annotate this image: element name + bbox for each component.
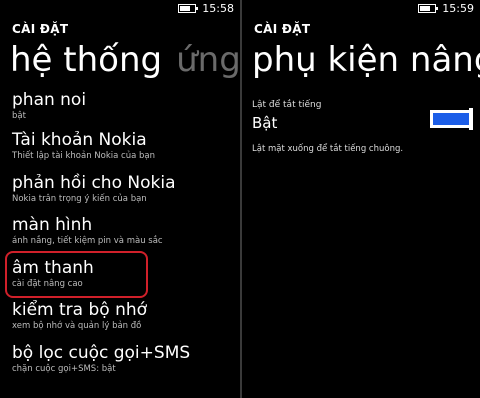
item-subtitle: chặn cuộc gọi+SMS: bật xyxy=(12,363,116,374)
app-title: CÀI ĐẶT xyxy=(254,22,311,36)
battery-icon xyxy=(418,3,439,13)
pivot-tab-system[interactable]: hệ thống xyxy=(10,40,162,80)
flip-to-silence-label: Lật để tắt tiếng xyxy=(252,100,322,110)
item-title: phan noi xyxy=(12,90,87,110)
settings-item-storage-check[interactable]: kiểm tra bộ nhớ xem bộ nhớ và quản lý bả… xyxy=(12,300,240,343)
settings-item-call-sms-filter[interactable]: bộ lọc cuộc gọi+SMS chặn cuộc gọi+SMS: b… xyxy=(12,343,240,386)
status-bar: 15:58 xyxy=(178,0,234,16)
flip-to-silence-toggle[interactable] xyxy=(430,108,473,130)
clock: 15:58 xyxy=(202,1,234,15)
item-title: kiểm tra bộ nhớ xyxy=(12,300,148,320)
item-subtitle: xem bộ nhớ và quản lý bản đồ xyxy=(12,321,142,331)
settings-list: phan noi bật Tài khoản Nokia Thiết lập t… xyxy=(5,90,240,386)
clock: 15:59 xyxy=(442,1,474,15)
item-subtitle: Thiết lập tài khoản Nokia của bạn xyxy=(12,151,156,161)
toggle-state-text: Bật xyxy=(252,114,278,132)
app-title: CÀI ĐẶT xyxy=(12,22,69,36)
setting-description: Lật mặt xuống để tắt tiếng chuông. xyxy=(252,144,404,154)
settings-item-nokia-account[interactable]: Tài khoản Nokia Thiết lập tài khoản Noki… xyxy=(12,130,240,173)
settings-item-sound[interactable]: âm thanh cài đặt nâng cao xyxy=(5,250,240,301)
accessories-screen: 15:59 CÀI ĐẶT phụ kiện nâng Lật để tắt t… xyxy=(242,0,480,398)
item-title: màn hình xyxy=(12,215,93,235)
item-subtitle: Nokia trân trọng ý kiến của bạn xyxy=(12,193,147,204)
battery-icon xyxy=(178,3,199,13)
pivot-tab-applications[interactable]: ứng d xyxy=(176,40,240,80)
item-subtitle: ánh nắng, tiết kiệm pin và màu sắc xyxy=(12,236,163,246)
toggle-thumb xyxy=(469,108,473,130)
settings-item-connectivity[interactable]: phan noi bật xyxy=(12,90,240,130)
page-title: phụ kiện nâng xyxy=(252,40,480,80)
status-bar: 15:59 xyxy=(418,0,474,16)
item-title: phản hồi cho Nokia xyxy=(12,172,176,193)
pivot-header: hệ thống ứng d xyxy=(10,38,240,82)
item-subtitle: bật xyxy=(12,111,26,121)
toggle-fill xyxy=(433,113,469,125)
highlight-outline xyxy=(5,250,148,298)
item-title: Tài khoản Nokia xyxy=(12,130,147,150)
item-title: bộ lọc cuộc gọi+SMS xyxy=(12,342,191,363)
settings-system-screen: 15:58 CÀI ĐẶT hệ thống ứng d phan noi bật… xyxy=(0,0,240,398)
settings-item-nokia-feedback[interactable]: phản hồi cho Nokia Nokia trân trọng ý ki… xyxy=(12,173,240,216)
